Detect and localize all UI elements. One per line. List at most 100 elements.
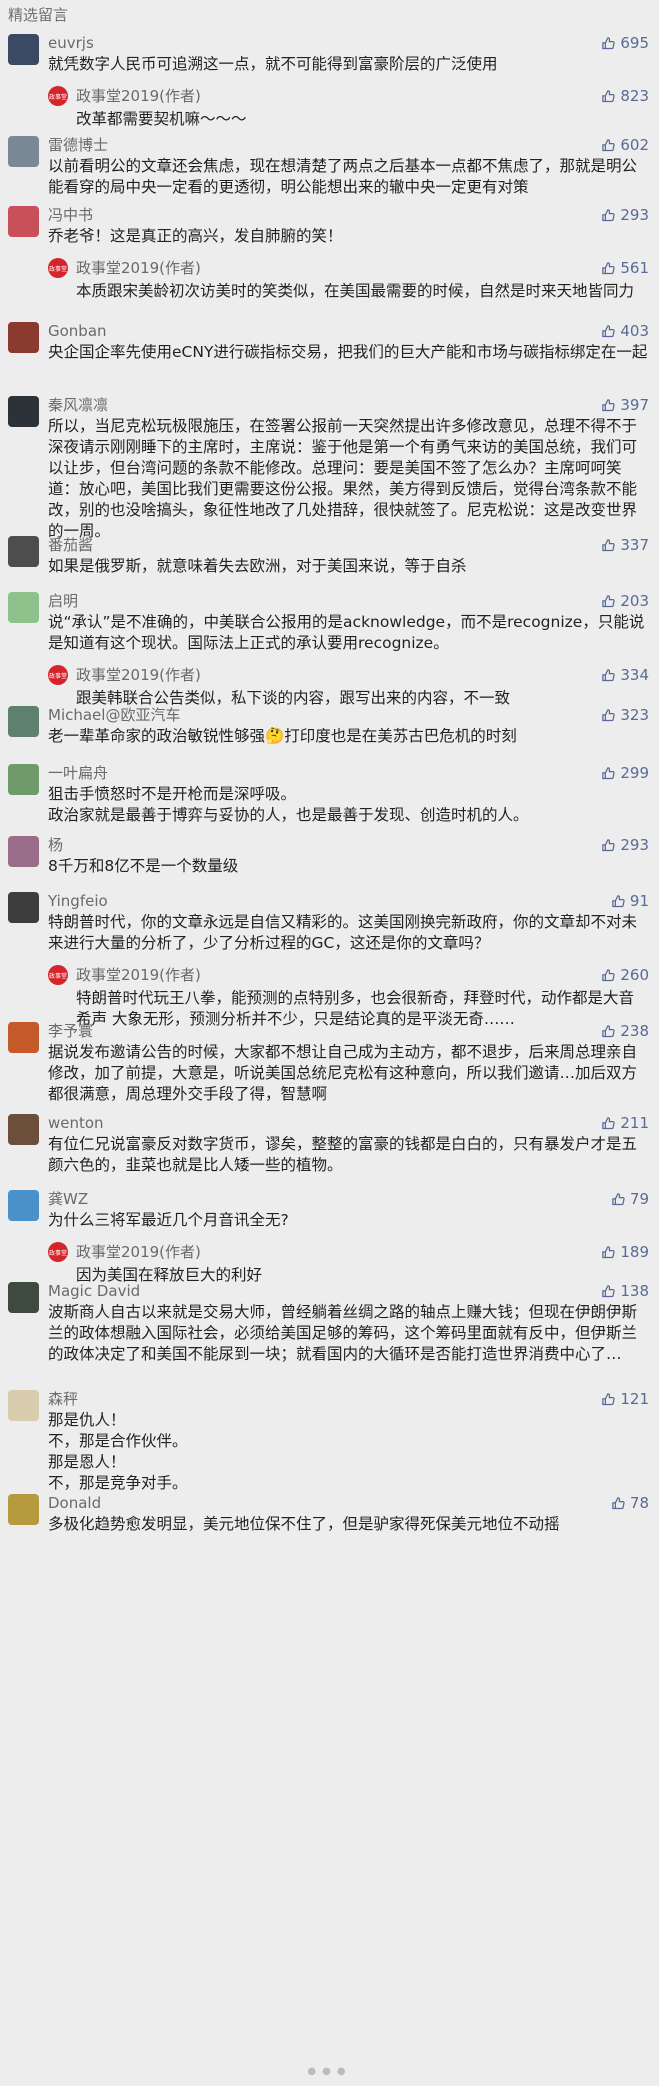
- comment-author[interactable]: 李予寰: [48, 1022, 93, 1040]
- thumbs-up-icon: [601, 138, 620, 153]
- avatar[interactable]: [8, 136, 39, 167]
- reply-author[interactable]: 政事堂2019(作者): [76, 87, 201, 105]
- reply-author[interactable]: 政事堂2019(作者): [76, 259, 201, 277]
- avatar[interactable]: [8, 592, 39, 623]
- avatar[interactable]: [8, 206, 39, 237]
- comment-text: 特朗普时代，你的文章永远是自信又精彩的。这美国刚换完新政府，你的文章却不对未来进…: [48, 913, 638, 952]
- comment-author[interactable]: 森秤: [48, 1390, 78, 1408]
- like-button[interactable]: 238: [601, 1022, 649, 1040]
- comment-author[interactable]: Yingfeio: [48, 892, 108, 910]
- author-avatar[interactable]: 政事堂: [48, 86, 68, 106]
- comment-author[interactable]: 冯中书: [48, 206, 93, 224]
- avatar[interactable]: [8, 536, 39, 567]
- comment-author[interactable]: 番茄酱: [48, 536, 93, 554]
- reply-like-button[interactable]: 823: [601, 87, 649, 105]
- comment-author[interactable]: Magic David: [48, 1282, 140, 1300]
- thumbs-up-icon: [601, 1392, 620, 1407]
- avatar[interactable]: [8, 1022, 39, 1053]
- comment-author[interactable]: 启明: [48, 592, 78, 610]
- reply-author[interactable]: 政事堂2019(作者): [76, 666, 201, 684]
- like-button[interactable]: 602: [601, 136, 649, 154]
- like-button[interactable]: 91: [611, 892, 649, 910]
- author-avatar[interactable]: 政事堂: [48, 965, 68, 985]
- thumbs-up-icon: [611, 894, 630, 909]
- comment-author[interactable]: Donald: [48, 1494, 101, 1512]
- avatar[interactable]: [8, 1494, 39, 1525]
- thumbs-up-icon: [601, 208, 620, 223]
- comment-item: 李予寰 238 据说发布邀请公告的时候，大家都不想让自己成为主动方，都不退步，后…: [0, 1004, 659, 1105]
- comment-text: 如果是俄罗斯，就意味着失去欧洲，对于美国来说，等于自杀: [48, 557, 467, 575]
- thumbs-up-icon: [601, 1024, 620, 1039]
- thumbs-up-icon: [601, 594, 620, 609]
- like-count: 189: [620, 1243, 649, 1261]
- comment-item: 番茄酱 337 如果是俄罗斯，就意味着失去欧洲，对于美国来说，等于自杀: [0, 518, 659, 577]
- like-button[interactable]: 121: [601, 1390, 649, 1408]
- avatar[interactable]: [8, 764, 39, 795]
- like-count: 293: [620, 206, 649, 224]
- like-button[interactable]: 337: [601, 536, 649, 554]
- comment-text: 乔老爷！这是真正的高兴，发自肺腑的笑！: [48, 227, 343, 245]
- reply-like-button[interactable]: 189: [601, 1243, 649, 1261]
- reply-like-button[interactable]: 561: [601, 259, 649, 277]
- like-count: 602: [620, 136, 649, 154]
- like-button[interactable]: 323: [601, 706, 649, 724]
- like-button[interactable]: 293: [601, 836, 649, 854]
- like-button[interactable]: 138: [601, 1282, 649, 1300]
- avatar[interactable]: [8, 1282, 39, 1313]
- comment-item: Magic David 138 波斯商人自古以来就是交易大师，曾经躺着丝绸之路的…: [0, 1264, 659, 1365]
- like-count: 823: [620, 87, 649, 105]
- comment-item: 杨 293 8千万和8亿不是一个数量级: [0, 818, 659, 877]
- author-avatar[interactable]: 政事堂: [48, 665, 68, 685]
- thumbs-up-icon: [601, 1284, 620, 1299]
- reply-author[interactable]: 政事堂2019(作者): [76, 966, 201, 984]
- like-button[interactable]: 78: [611, 1494, 649, 1512]
- like-count: 561: [620, 259, 649, 277]
- reply-like-button[interactable]: 260: [601, 966, 649, 984]
- comment-author[interactable]: Michael@欧亚汽车: [48, 706, 180, 724]
- author-avatar[interactable]: 政事堂: [48, 1242, 68, 1262]
- avatar[interactable]: [8, 706, 39, 737]
- comment-author[interactable]: 雷德博士: [48, 136, 108, 154]
- comment-author[interactable]: Gonban: [48, 322, 107, 340]
- comment-author[interactable]: 秦风凛凛: [48, 396, 108, 414]
- comment-text: 据说发布邀请公告的时候，大家都不想让自己成为主动方，都不退步，后来周总理亲自修改…: [48, 1043, 638, 1103]
- comment-author[interactable]: euvrjs: [48, 34, 94, 52]
- like-count: 695: [620, 34, 649, 52]
- like-count: 299: [620, 764, 649, 782]
- thumbs-up-icon: [601, 1245, 620, 1260]
- like-count: 323: [620, 706, 649, 724]
- avatar[interactable]: [8, 836, 39, 867]
- thumbs-up-icon: [611, 1192, 630, 1207]
- avatar[interactable]: [8, 322, 39, 353]
- avatar[interactable]: [8, 396, 39, 427]
- comment-text: 有位仁兄说富豪反对数字货币，谬矣，整整的富豪的钱都是白白的，只有暴发户才是五颜六…: [48, 1135, 638, 1174]
- like-count: 403: [620, 322, 649, 340]
- like-button[interactable]: 211: [601, 1114, 649, 1132]
- like-count: 78: [629, 1494, 649, 1512]
- comment-author[interactable]: 杨: [48, 836, 63, 854]
- like-button[interactable]: 79: [611, 1190, 649, 1208]
- avatar[interactable]: [8, 1190, 39, 1221]
- comment-item: 冯中书 293 乔老爷！这是真正的高兴，发自肺腑的笑！ 政事堂 政事堂2019(…: [0, 188, 659, 302]
- thumbs-up-icon: [601, 1116, 620, 1131]
- like-button[interactable]: 397: [601, 396, 649, 414]
- like-button[interactable]: 695: [601, 34, 649, 52]
- comment-author[interactable]: 龚WZ: [48, 1190, 88, 1208]
- like-count: 203: [620, 592, 649, 610]
- like-count: 260: [620, 966, 649, 984]
- avatar[interactable]: [8, 1390, 39, 1421]
- avatar[interactable]: [8, 892, 39, 923]
- avatar[interactable]: [8, 1114, 39, 1145]
- comment-item: Gonban 403 央企国企率先使用eCNY进行碳指标交易，把我们的巨大产能和…: [0, 304, 659, 363]
- comment-author[interactable]: 一叶扁舟: [48, 764, 108, 782]
- reply-author[interactable]: 政事堂2019(作者): [76, 1243, 201, 1261]
- comment-author[interactable]: wenton: [48, 1114, 104, 1132]
- like-button[interactable]: 299: [601, 764, 649, 782]
- like-button[interactable]: 403: [601, 322, 649, 340]
- like-button[interactable]: 293: [601, 206, 649, 224]
- author-avatar[interactable]: 政事堂: [48, 258, 68, 278]
- like-button[interactable]: 203: [601, 592, 649, 610]
- comment-text: 8千万和8亿不是一个数量级: [48, 857, 239, 875]
- reply-like-button[interactable]: 334: [601, 666, 649, 684]
- avatar[interactable]: [8, 34, 39, 65]
